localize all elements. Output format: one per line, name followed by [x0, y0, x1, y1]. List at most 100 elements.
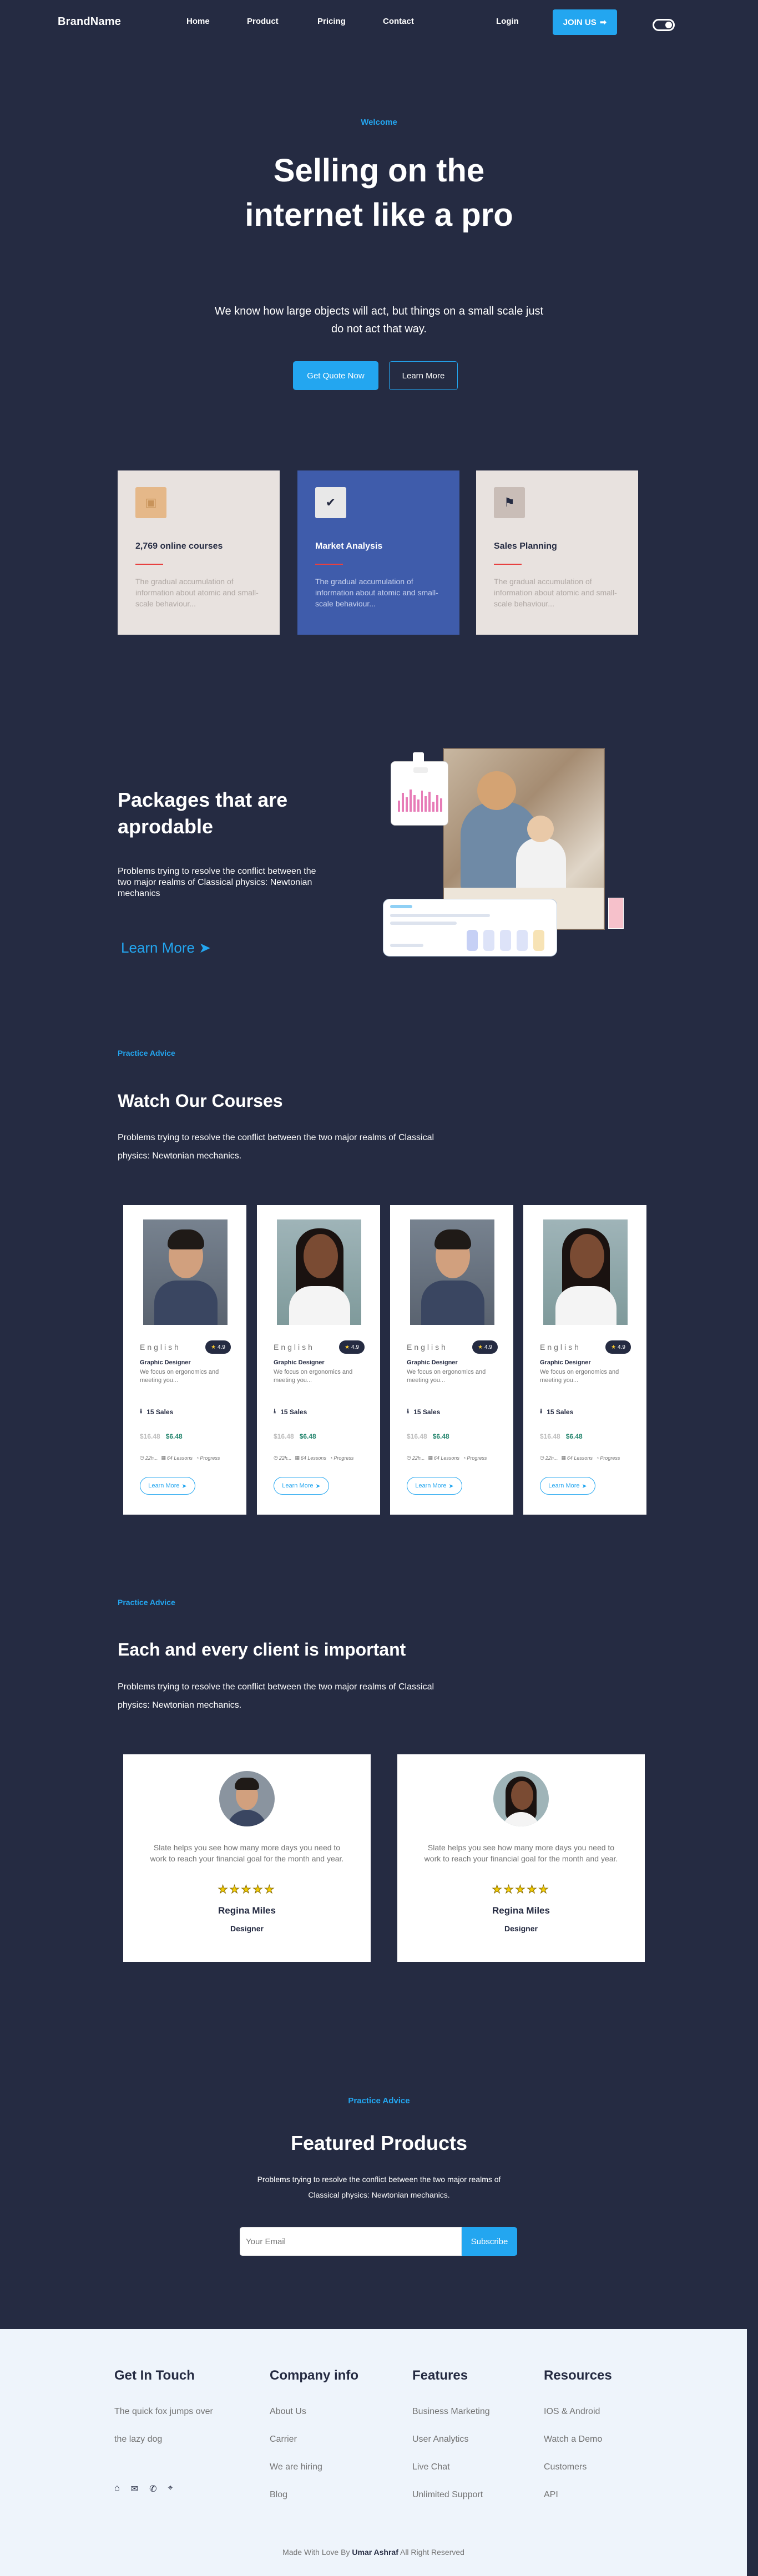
progress-icon: ◔ Progress: [462, 1455, 487, 1461]
progress-icon: ◔ Progress: [329, 1455, 354, 1461]
clock-icon: ◷ 22h...: [140, 1455, 158, 1461]
footer-touch-line: the lazy dog: [114, 2435, 163, 2444]
testimonial-quote: Slate helps you see how many more days y…: [424, 1843, 618, 1863]
social-icons: ⌂ ✉ ✆ ⌖: [114, 2483, 173, 2494]
testimonial-role: Designer: [230, 1924, 264, 1933]
home-icon[interactable]: ⌂: [114, 2483, 120, 2494]
course-learn-more-button[interactable]: Learn More ➤: [274, 1477, 329, 1495]
packages-learn-more-link[interactable]: Learn More ➤: [121, 939, 211, 956]
rating-badge: ★ 4.9: [605, 1340, 631, 1354]
arrow-right-icon: ➤: [199, 939, 211, 956]
packages-title: Packages that are aprodable: [118, 788, 288, 838]
footer-link-chat[interactable]: Live Chat: [412, 2462, 450, 2472]
learn-more-button[interactable]: Learn More: [389, 361, 458, 390]
course-card[interactable]: English ★ 4.9 Graphic Designer We focus o…: [123, 1205, 246, 1515]
footer-link-carrier[interactable]: Carrier: [270, 2435, 297, 2445]
hero-title: Selling on the internet like a pro: [245, 153, 513, 233]
footer-link-about[interactable]: About Us: [270, 2407, 306, 2417]
nav-link-home[interactable]: Home: [186, 17, 210, 26]
clients-desc: Problems trying to resolve the conflict …: [118, 1682, 434, 1710]
nav-link-contact[interactable]: Contact: [383, 17, 414, 26]
email-input[interactable]: Your Email: [240, 2227, 462, 2256]
progress-icon: ◔ Progress: [595, 1455, 620, 1461]
testimonial-card: Slate helps you see how many more days y…: [123, 1754, 371, 1962]
course-card[interactable]: English ★ 4.9 Graphic Designer We focus o…: [523, 1205, 646, 1515]
theme-toggle[interactable]: [653, 19, 675, 31]
testimonial-name: Regina Miles: [492, 1905, 550, 1916]
login-link[interactable]: Login: [496, 17, 519, 26]
course-role: Graphic Designer: [274, 1359, 325, 1366]
footer-link-ios[interactable]: IOS & Android: [544, 2407, 600, 2417]
course-prices: $16.48 $6.48: [540, 1433, 583, 1440]
progress-icon: ◔ Progress: [195, 1455, 220, 1461]
star-icon: ★: [478, 1344, 483, 1350]
course-meta: ◷ 22h... ▦ 64 Lessons ◔ Progress: [140, 1455, 220, 1461]
footer-link-blog[interactable]: Blog: [270, 2490, 287, 2500]
feature-title: 2,769 online courses: [135, 541, 223, 551]
join-us-label: JOIN US: [563, 17, 597, 27]
instructor-photo: [277, 1219, 361, 1325]
course-learn-more-button[interactable]: Learn More ➤: [540, 1477, 595, 1495]
phone-icon[interactable]: ✆: [149, 2483, 156, 2494]
get-quote-button[interactable]: Get Quote Now: [293, 361, 378, 390]
avatar: [219, 1771, 275, 1826]
join-us-button[interactable]: JOIN US ➡: [553, 9, 617, 35]
clients-title: Each and every client is important: [118, 1639, 406, 1659]
footer-link-support[interactable]: Unlimited Support: [412, 2490, 483, 2500]
footer-touch-title: Get In Touch: [114, 2368, 195, 2383]
arrow-right-icon: ➤: [315, 1482, 321, 1490]
footer-company-title: Company info: [270, 2368, 358, 2383]
course-desc: We focus on ergonomics and meeting you..…: [274, 1369, 353, 1384]
featured-desc: Problems trying to resolve the conflict …: [257, 2175, 501, 2199]
star-rating-icon: ★★★★★: [492, 1884, 550, 1896]
footer-link-demo[interactable]: Watch a Demo: [544, 2435, 602, 2445]
feature-title: Sales Planning: [494, 541, 557, 551]
location-icon[interactable]: ⌖: [168, 2483, 173, 2494]
testimonial-card: Slate helps you see how many more days y…: [397, 1754, 645, 1962]
footer-link-analytics[interactable]: User Analytics: [412, 2435, 468, 2445]
featured-title: Featured Products: [290, 2132, 468, 2154]
course-sales: ⭳ 15 Sales: [140, 1406, 173, 1418]
footer-link-api[interactable]: API: [544, 2490, 558, 2500]
footer-link-marketing[interactable]: Business Marketing: [412, 2407, 490, 2417]
nav-link-product[interactable]: Product: [247, 17, 279, 26]
footer-link-customers[interactable]: Customers: [544, 2462, 587, 2472]
footer-link-hiring[interactable]: We are hiring: [270, 2462, 322, 2472]
navbar: BrandName Home Product Pricing Contact L…: [0, 0, 758, 44]
course-learn-more-button[interactable]: Learn More ➤: [140, 1477, 195, 1495]
arrow-right-icon: ➤: [181, 1482, 187, 1490]
download-icon: ⭳: [140, 1407, 143, 1415]
feature-desc: The gradual accumulation of information …: [135, 577, 259, 608]
subscribe-button[interactable]: Subscribe: [462, 2227, 517, 2256]
mail-icon[interactable]: ✉: [131, 2483, 138, 2494]
arrow-right-icon: ➤: [448, 1482, 454, 1490]
nav-link-pricing[interactable]: Pricing: [317, 17, 346, 26]
course-role: Graphic Designer: [540, 1359, 591, 1366]
course-sales: ⭳ 15 Sales: [274, 1406, 307, 1418]
arrow-right-icon: ➤: [582, 1482, 587, 1490]
lessons-icon: ▦ 64 Lessons: [295, 1455, 326, 1461]
course-card[interactable]: English ★ 4.9 Graphic Designer We focus o…: [390, 1205, 513, 1515]
download-icon: ⭳: [540, 1407, 543, 1415]
course-card[interactable]: English ★ 4.9 Graphic Designer We focus o…: [257, 1205, 380, 1515]
brand-logo[interactable]: BrandName: [58, 16, 121, 28]
feature-card: ✔ Market Analysis The gradual accumulati…: [297, 470, 459, 635]
testimonial-role: Designer: [504, 1924, 538, 1933]
course-desc: We focus on ergonomics and meeting you..…: [140, 1369, 219, 1384]
course-meta: ◷ 22h... ▦ 64 Lessons ◔ Progress: [407, 1455, 487, 1461]
testimonial-name: Regina Miles: [218, 1905, 276, 1916]
course-prices: $16.48 $6.48: [407, 1433, 449, 1440]
star-rating-icon: ★★★★★: [218, 1884, 276, 1896]
footer-touch-line: The quick fox jumps over: [114, 2407, 213, 2416]
course-language: English: [140, 1343, 181, 1352]
courses-title: Watch Our Courses: [118, 1091, 283, 1111]
courses-tag: Practice Advice: [118, 1049, 175, 1057]
arrow-right-icon: ➡: [599, 18, 607, 27]
download-icon: ⭳: [407, 1407, 410, 1415]
star-icon: ★: [345, 1344, 350, 1350]
course-learn-more-button[interactable]: Learn More ➤: [407, 1477, 462, 1495]
book-icon: ▣: [135, 487, 166, 518]
star-icon: ★: [611, 1344, 616, 1350]
footer-resources-title: Resources: [544, 2368, 612, 2383]
course-meta: ◷ 22h... ▦ 64 Lessons ◔ Progress: [540, 1455, 620, 1461]
